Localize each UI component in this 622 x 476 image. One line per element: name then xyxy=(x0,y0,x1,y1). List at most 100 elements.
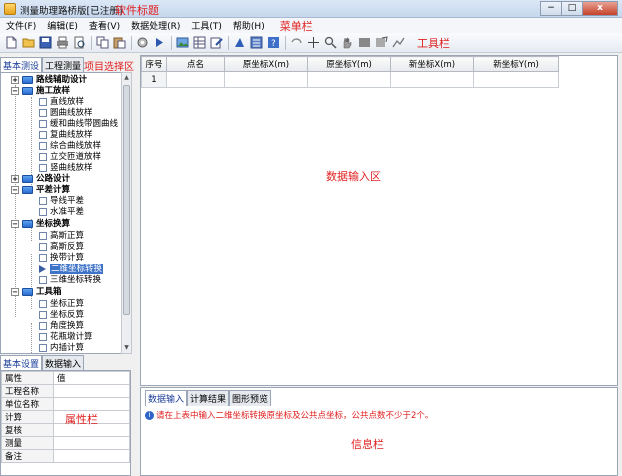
tree-item[interactable]: 角度换算 xyxy=(39,321,84,332)
menu-tools[interactable]: 工具(T) xyxy=(191,19,222,32)
close-button[interactable]: x xyxy=(582,1,618,16)
tree-item[interactable]: 三维坐标转换 xyxy=(39,275,101,286)
tree-item[interactable]: 缓和曲线带圆曲线 xyxy=(39,119,118,130)
table-icon[interactable] xyxy=(193,36,206,49)
col-header-new-y[interactable]: 新坐标Y(m) xyxy=(473,56,559,72)
tree-item[interactable]: 立交匝道放样 xyxy=(39,152,101,163)
paste-icon[interactable] xyxy=(113,36,126,49)
table-row[interactable]: 1 xyxy=(141,71,559,88)
tree-item[interactable]: 综合曲线放样 xyxy=(39,141,101,152)
image-icon[interactable] xyxy=(176,36,189,49)
title-annotation: 软件标题 xyxy=(115,4,159,17)
maximize-button[interactable]: □ xyxy=(561,1,583,16)
col-header-orig-y[interactable]: 原坐标Y(m) xyxy=(307,56,391,72)
tree-item[interactable]: 竖曲线放样 xyxy=(39,163,93,174)
col-header-orig-x[interactable]: 原坐标X(m) xyxy=(224,56,308,72)
edit-icon[interactable] xyxy=(210,36,223,49)
folder-icon xyxy=(22,287,33,296)
menu-view[interactable]: 查看(V) xyxy=(89,19,120,32)
tree-node-route-design[interactable]: + 路线辅助设计 xyxy=(11,75,87,86)
tree-guide-line xyxy=(31,323,32,353)
tab-data-input[interactable]: 数据输入 xyxy=(42,355,85,371)
tree-item[interactable]: 花瓶墩计算 xyxy=(39,332,93,343)
tab-engineering-survey[interactable]: 工程测量 xyxy=(42,57,85,73)
new-icon[interactable] xyxy=(5,36,18,49)
menu-file[interactable]: 文件(F) xyxy=(6,19,36,32)
tree-item[interactable]: 高斯正算 xyxy=(39,231,84,242)
props-value-cell[interactable] xyxy=(53,449,130,463)
tree-node-adjustment[interactable]: − 平差计算 xyxy=(11,185,70,196)
menu-edit[interactable]: 编辑(E) xyxy=(47,19,78,32)
rect-icon[interactable] xyxy=(358,36,371,49)
tree-item[interactable]: 内插计算 xyxy=(39,343,84,353)
props-value-cell[interactable] xyxy=(53,384,130,398)
cell-orig-y[interactable] xyxy=(307,71,391,88)
tree-item[interactable]: 水准平差 xyxy=(39,207,84,218)
document-icon xyxy=(39,108,47,117)
tree-node-construction-layout[interactable]: − 施工放样 xyxy=(11,86,70,97)
cell-point-name[interactable] xyxy=(166,71,225,88)
settings-icon[interactable] xyxy=(136,36,149,49)
open-icon[interactable] xyxy=(22,36,35,49)
props-row[interactable]: 单位名称 xyxy=(1,397,130,411)
cell-new-y[interactable] xyxy=(473,71,559,88)
toolbar-separator xyxy=(228,35,229,50)
col-header-index[interactable]: 序号 xyxy=(141,56,167,72)
tree-item[interactable]: 坐标反算 xyxy=(39,310,84,321)
tree-node-toolbox[interactable]: − 工具箱 xyxy=(11,287,62,298)
tab-graphic-preview[interactable]: 图形预览 xyxy=(229,390,272,406)
tab-data-input-view[interactable]: 数据输入 xyxy=(145,390,188,406)
tree-item[interactable]: 高斯反算 xyxy=(39,242,84,253)
scroll-thumb[interactable] xyxy=(123,85,130,315)
preview-icon[interactable] xyxy=(73,36,86,49)
tree-node-road-design[interactable]: + 公路设计 xyxy=(11,174,70,185)
scroll-down-icon[interactable]: ▼ xyxy=(122,343,131,353)
props-row[interactable]: 测量 xyxy=(1,436,130,450)
col-header-point-name[interactable]: 点名 xyxy=(166,56,225,72)
props-value-cell[interactable] xyxy=(53,436,130,450)
props-value-cell[interactable] xyxy=(53,397,130,411)
tree-item[interactable]: 复曲线放样 xyxy=(39,130,93,141)
tree-item[interactable]: 直线放样 xyxy=(39,97,84,108)
cell-orig-x[interactable] xyxy=(224,71,308,88)
zoom-icon[interactable] xyxy=(324,36,337,49)
tab-basic-settings[interactable]: 基本设置 xyxy=(0,355,43,371)
scroll-up-icon[interactable]: ▲ xyxy=(122,73,131,83)
play-arrow-icon xyxy=(39,264,46,273)
tree-scrollbar[interactable]: ▲ ▼ xyxy=(121,72,132,354)
tree-item[interactable]: 换带计算 xyxy=(39,253,84,264)
menu-data-process[interactable]: 数据处理(R) xyxy=(131,19,180,32)
tree-node-coord-transform[interactable]: − 坐标换算 xyxy=(11,219,70,230)
tab-basic-survey[interactable]: 基本测设 xyxy=(0,57,43,73)
calc-icon[interactable] xyxy=(250,36,263,49)
document-icon xyxy=(39,310,47,319)
props-row[interactable]: 备注 xyxy=(1,449,130,463)
undo-icon[interactable] xyxy=(290,36,303,49)
crosshair-icon[interactable] xyxy=(307,36,320,49)
tree-item-selected[interactable]: 二维坐标转换 xyxy=(39,264,104,275)
toolbar: ? 工具栏 xyxy=(0,33,622,53)
pan-icon[interactable] xyxy=(341,36,354,49)
cell-new-x[interactable] xyxy=(390,71,474,88)
tree-item[interactable]: 圆曲线放样 xyxy=(39,108,93,119)
minimize-button[interactable]: − xyxy=(540,1,562,16)
help-icon[interactable]: ? xyxy=(267,36,280,49)
props-header-value: 值 xyxy=(53,371,130,385)
menu-help[interactable]: 帮助(H) xyxy=(233,19,265,32)
run-icon[interactable] xyxy=(153,36,166,49)
toolbar-separator xyxy=(285,35,286,50)
tab-calc-results[interactable]: 计算结果 xyxy=(187,390,230,406)
save-icon[interactable] xyxy=(39,36,52,49)
copy-icon[interactable] xyxy=(96,36,109,49)
props-row[interactable]: 工程名称 xyxy=(1,384,130,398)
chart-icon[interactable] xyxy=(233,36,246,49)
draw-icon[interactable] xyxy=(392,36,405,49)
print-icon[interactable] xyxy=(56,36,69,49)
tree-item[interactable]: 导线平差 xyxy=(39,196,84,207)
measure-icon[interactable] xyxy=(375,36,388,49)
window-controls: − □ x xyxy=(540,1,618,16)
document-icon xyxy=(39,130,47,139)
col-header-new-x[interactable]: 新坐标X(m) xyxy=(390,56,474,72)
folder-icon xyxy=(22,185,33,194)
tree-item[interactable]: 坐标正算 xyxy=(39,299,84,310)
